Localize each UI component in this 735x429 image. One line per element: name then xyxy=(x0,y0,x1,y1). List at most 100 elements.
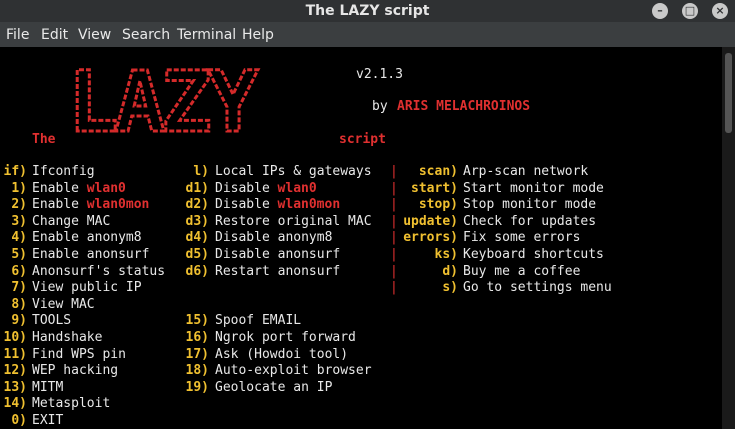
logo-text: LAZY xyxy=(68,63,259,143)
option-label: Keyboard shortcuts xyxy=(463,247,604,262)
window-titlebar: The LAZY script – □ × xyxy=(0,0,735,22)
option-label: Ask (Howdoi tool) xyxy=(215,346,349,362)
option-label: Find WPS pin xyxy=(32,346,126,362)
option-label: Fix some errors xyxy=(463,230,581,246)
option-label: Enable xyxy=(32,180,79,196)
option-label: Local IPs & gateways xyxy=(215,164,372,179)
option-key: scan) xyxy=(418,164,458,179)
option-label: Anonsurf's status xyxy=(32,263,166,279)
by-text: by xyxy=(372,99,388,114)
menu-file[interactable]: File xyxy=(6,27,29,43)
option-key: d3) xyxy=(185,213,209,229)
option-label: View public IP xyxy=(32,280,142,296)
option-label: Stop monitor mode xyxy=(463,197,597,213)
option-label: Disable xyxy=(215,197,270,213)
option-label: Arp-scan network xyxy=(463,164,589,179)
option-key: 17) xyxy=(185,346,209,362)
option-key: 6) xyxy=(11,263,27,279)
option-key: 5) xyxy=(11,247,27,262)
option-key: d2) xyxy=(185,197,209,213)
lazy-ascii-logo: LAZY xyxy=(68,63,264,143)
option-label: Enable anonsurf xyxy=(32,247,150,262)
option-label: Go to settings menu xyxy=(463,280,612,296)
menu-help[interactable]: Help xyxy=(242,27,274,43)
option-label: Enable anonym8 xyxy=(32,230,142,246)
option-label: Handshake xyxy=(32,330,103,345)
option-label: Geolocate an IP xyxy=(215,379,333,395)
option-label: TOOLS xyxy=(32,313,72,329)
option-key: ks) xyxy=(434,247,458,262)
option-label: Enable xyxy=(32,197,79,213)
option-label: Start monitor mode xyxy=(463,180,604,196)
option-label: Spoof EMAIL xyxy=(215,313,302,329)
option-label: Disable xyxy=(215,180,270,196)
column-separator: | xyxy=(390,247,398,262)
menu-edit[interactable]: Edit xyxy=(41,27,68,43)
option-label: Disable anonsurf xyxy=(215,247,341,262)
option-key: d6) xyxy=(185,263,209,279)
menu-search[interactable]: Search xyxy=(122,27,170,43)
interface-name: wlan0 xyxy=(277,180,317,196)
the-text: The xyxy=(32,132,56,147)
maximize-icon[interactable]: □ xyxy=(682,3,698,19)
column-separator: | xyxy=(390,164,398,179)
option-key: 11) xyxy=(3,346,27,362)
option-key: d4) xyxy=(185,230,209,246)
interface-name: wlan0mon xyxy=(86,197,150,213)
script-text: script xyxy=(339,132,386,147)
option-key: s) xyxy=(442,280,458,296)
option-key: 14) xyxy=(3,396,27,412)
menu-terminal[interactable]: Terminal xyxy=(177,27,236,43)
option-key: 8) xyxy=(11,296,27,312)
interface-name: wlan0mon xyxy=(277,197,341,213)
option-key: if) xyxy=(3,164,27,179)
option-key: stop) xyxy=(418,197,458,213)
close-icon[interactable]: × xyxy=(712,3,728,19)
option-key: 12) xyxy=(3,363,27,379)
option-label: Check for updates xyxy=(463,213,597,229)
option-label: Restore original MAC xyxy=(215,213,372,229)
column-separator: | xyxy=(390,197,398,213)
option-label: Ifconfig xyxy=(32,164,95,179)
column-separator: | xyxy=(390,230,398,246)
option-key: errors) xyxy=(403,230,458,246)
menu-bar: File Edit View Search Terminal Help xyxy=(0,22,735,47)
option-key: 4) xyxy=(11,230,27,246)
option-label: WEP hacking xyxy=(32,363,119,379)
option-key: 18) xyxy=(185,363,209,379)
terminal-output[interactable]: LAZY v2.1.3 by ARIS MELACHROINOS The scr… xyxy=(0,47,722,429)
interface-name: wlan0 xyxy=(86,180,126,196)
option-key: 1) xyxy=(11,180,27,196)
option-key: 9) xyxy=(11,313,27,329)
option-key: 15) xyxy=(185,313,209,329)
column-separator: | xyxy=(390,213,398,229)
option-label: Disable anonym8 xyxy=(215,230,333,246)
option-label: EXIT xyxy=(32,413,64,428)
option-key: update) xyxy=(403,213,458,229)
option-key: 13) xyxy=(3,379,27,395)
scrollbar-thumb[interactable] xyxy=(725,53,732,133)
menu-view[interactable]: View xyxy=(78,27,111,43)
option-key: 19) xyxy=(185,379,209,395)
window-title: The LAZY script xyxy=(305,3,430,19)
option-key: d1) xyxy=(185,180,209,196)
option-key: 7) xyxy=(11,280,27,296)
option-key: 3) xyxy=(11,213,27,229)
option-label: View MAC xyxy=(32,296,95,312)
option-key: 0) xyxy=(11,413,27,428)
terminal-scrollbar[interactable] xyxy=(722,47,735,429)
option-label: MITM xyxy=(32,379,64,395)
column-separator: | xyxy=(390,263,398,279)
option-key: start) xyxy=(411,180,458,196)
option-label: Ngrok port forward xyxy=(215,330,356,345)
option-key: 10) xyxy=(3,330,27,345)
author-text: ARIS MELACHROINOS xyxy=(397,99,531,114)
minimize-icon[interactable]: – xyxy=(652,3,668,19)
option-label: Buy me a coffee xyxy=(463,263,581,279)
option-key: d) xyxy=(442,263,458,279)
option-key: l) xyxy=(193,164,209,179)
option-label: Metasploit xyxy=(32,396,111,412)
option-key: d5) xyxy=(185,247,209,262)
column-separator: | xyxy=(390,180,398,196)
option-label: Restart anonsurf xyxy=(215,263,341,279)
